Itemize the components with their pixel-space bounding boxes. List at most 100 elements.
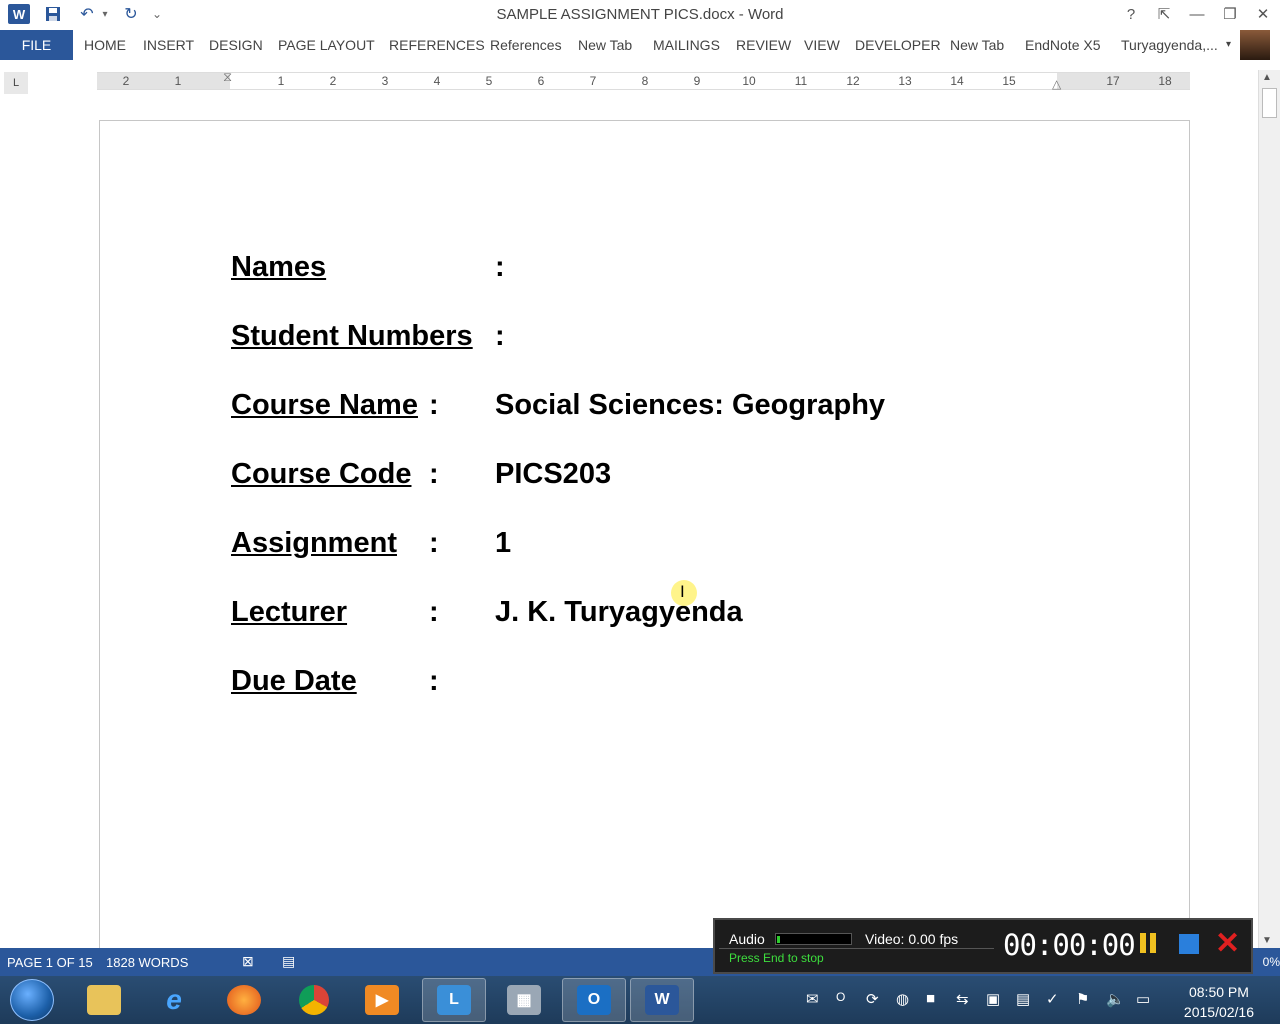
ruler-number: 2 (122, 74, 130, 88)
outlook-tray-icon[interactable]: O (836, 990, 845, 1004)
tab-endnote[interactable]: EndNote X5 (1025, 37, 1101, 53)
field-label: Names (231, 251, 327, 283)
tab-selector-button[interactable]: L (4, 72, 28, 94)
security-tray-icon[interactable]: ■ (926, 990, 935, 1007)
field-value: Social Sciences: Geography (495, 389, 886, 421)
tab-references[interactable]: REFERENCES (389, 37, 485, 53)
right-indent-marker[interactable]: △ (1052, 77, 1061, 91)
tab-view[interactable]: VIEW (804, 37, 840, 53)
tab-home[interactable]: HOME (84, 37, 126, 53)
left-margin-shade (97, 73, 230, 89)
field-colon: : (495, 251, 505, 283)
close-button[interactable]: ✕ (1248, 3, 1278, 25)
audio-label: Audio (729, 931, 765, 947)
volume-icon[interactable]: 🔈 (1106, 990, 1125, 1008)
tab-page-layout[interactable]: PAGE LAYOUT (278, 37, 375, 53)
zoom-level[interactable]: 0% (1263, 955, 1280, 969)
tab-references-custom[interactable]: References (490, 37, 562, 53)
word-taskbar-icon[interactable]: W (630, 978, 694, 1022)
document-canvas: Names : Student Numbers : Course Name : … (0, 100, 1258, 948)
recording-timer: 00:00:00 (1003, 928, 1136, 962)
check-tray-icon[interactable]: ✓ (1046, 990, 1059, 1008)
ribbon-display-options-button[interactable]: ⇱ (1149, 3, 1179, 25)
word-count[interactable]: 1828 WORDS (106, 955, 188, 970)
account-name[interactable]: Turyagyenda,... (1121, 37, 1218, 53)
ruler-number: 1 (174, 74, 182, 88)
system-clock[interactable]: 08:50 PM 2015/02/16 (1184, 982, 1254, 1022)
tab-new-tab-1[interactable]: New Tab (578, 37, 632, 53)
ruler-number: 5 (485, 74, 493, 88)
calculator-icon[interactable]: ▦ (492, 978, 556, 1022)
pause-icon[interactable] (1140, 933, 1158, 955)
ruler-number: 8 (641, 74, 649, 88)
page-count[interactable]: PAGE 1 OF 15 (7, 955, 93, 970)
video-fps-label: Video: 0.00 fps (865, 931, 959, 947)
start-button[interactable] (10, 979, 54, 1021)
ruler-number: 12 (846, 74, 860, 88)
lync-icon[interactable]: L (422, 978, 486, 1022)
scroll-down-icon[interactable]: ▼ (1262, 935, 1272, 946)
document-page[interactable]: Names : Student Numbers : Course Name : … (99, 120, 1190, 948)
ruler-number: 14 (950, 74, 964, 88)
network-icon[interactable]: ▭ (1136, 990, 1150, 1008)
file-explorer-icon[interactable] (72, 978, 136, 1022)
macro-record-icon[interactable]: ▤ (282, 953, 295, 970)
flag-tray-icon[interactable]: ⚑ (1076, 990, 1089, 1008)
internet-explorer-icon[interactable]: e (142, 978, 206, 1022)
field-label: Lecturer (231, 596, 348, 628)
ruler-number: 4 (433, 74, 441, 88)
ruler-number: 18 (1158, 74, 1172, 88)
tab-developer[interactable]: DEVELOPER (855, 37, 941, 53)
close-icon[interactable]: ✕ (1215, 926, 1240, 961)
field-value: J. K. Turyagyenda (495, 596, 743, 628)
media-player-icon[interactable]: ▶ (350, 978, 414, 1022)
tab-file[interactable]: FILE (0, 30, 73, 60)
field-label: Assignment (231, 527, 397, 559)
field-label: Course Name (231, 389, 418, 421)
tab-insert[interactable]: INSERT (143, 37, 194, 53)
clock-date: 2015/02/16 (1183, 1004, 1254, 1020)
tab-mailings[interactable]: MAILINGS (653, 37, 720, 53)
help-button[interactable]: ? (1116, 3, 1146, 25)
ruler-number: 10 (742, 74, 756, 88)
account-dropdown-icon[interactable]: ▾ (1226, 39, 1231, 50)
ruler-number: 6 (537, 74, 545, 88)
app-tray-icon[interactable]: ◍ (896, 990, 909, 1008)
field-label: Student Numbers (231, 320, 473, 352)
chrome-icon[interactable] (282, 978, 346, 1022)
ruler-number: 3 (381, 74, 389, 88)
ruler-area: L 2 1 1 2 3 4 5 6 7 8 9 10 11 12 13 14 1… (0, 60, 1280, 100)
field-colon: : (429, 596, 439, 628)
firefox-icon[interactable] (212, 978, 276, 1022)
grid-tray-icon[interactable]: ▣ (986, 990, 1000, 1008)
scrollbar-thumb[interactable] (1262, 88, 1277, 118)
ibeam-cursor-icon: I (680, 582, 685, 601)
field-label: Due Date (231, 665, 357, 697)
avatar[interactable] (1240, 30, 1270, 60)
horizontal-ruler[interactable]: 2 1 1 2 3 4 5 6 7 8 9 10 11 12 13 14 15 … (97, 69, 1190, 91)
ruler-number: 2 (329, 74, 337, 88)
first-line-indent-marker[interactable]: ⧖ (223, 69, 232, 85)
scroll-up-icon[interactable]: ▲ (1262, 72, 1272, 83)
tab-design[interactable]: DESIGN (209, 37, 263, 53)
ruler-number: 15 (1002, 74, 1016, 88)
stop-icon[interactable] (1179, 934, 1199, 954)
field-colon: : (495, 320, 505, 352)
restore-button[interactable]: ❐ (1215, 3, 1245, 25)
audio-level-meter (775, 933, 852, 945)
tab-new-tab-2[interactable]: New Tab (950, 37, 1004, 53)
network-tray-icon[interactable]: ⇆ (956, 990, 969, 1008)
tab-review[interactable]: REVIEW (736, 37, 791, 53)
sync-tray-icon[interactable]: ⟳ (866, 990, 879, 1008)
ruler-number: 7 (589, 74, 597, 88)
ruler-number: 9 (693, 74, 701, 88)
mail-tray-icon[interactable]: ✉ (806, 990, 819, 1008)
outlook-icon[interactable]: O (562, 978, 626, 1022)
ruler-number: 1 (277, 74, 285, 88)
proofing-icon[interactable]: ⊠ (242, 953, 254, 970)
device-tray-icon[interactable]: ▤ (1016, 990, 1030, 1008)
field-value: 1 (495, 527, 512, 559)
minimize-button[interactable]: — (1182, 3, 1212, 25)
field-colon: : (429, 458, 439, 490)
vertical-scrollbar[interactable]: ▲ ▼ (1258, 70, 1280, 948)
